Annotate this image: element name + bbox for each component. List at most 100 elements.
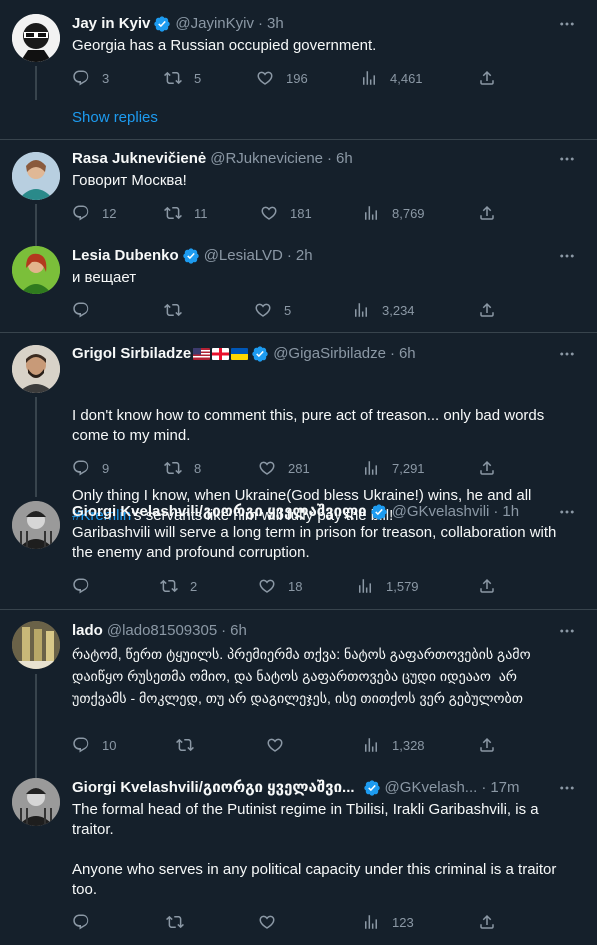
tweet-text: и вещает [72, 269, 137, 286]
retweet-button[interactable]: 8 [164, 458, 201, 478]
handle[interactable]: @GKvelashvili [392, 502, 490, 522]
display-name[interactable]: lado [72, 621, 103, 641]
share-icon [478, 69, 496, 87]
thread-line [35, 674, 37, 780]
like-count: 18 [288, 578, 303, 594]
handle[interactable]: @GKvelash... [385, 778, 478, 798]
views-button[interactable]: 123 [362, 912, 414, 932]
tweet-grigol[interactable]: Grigol Sirbiladze @GigaSirbiladze · 6h I… [0, 333, 597, 524]
timestamp[interactable]: 6h [230, 621, 247, 641]
share-button[interactable] [478, 912, 496, 932]
handle[interactable]: @lado81509305 [107, 621, 217, 641]
display-name[interactable]: Giorgi Kvelashvili/გიორგი ყველაშვი... [72, 778, 355, 798]
separator-dot: · [389, 345, 395, 362]
tweet-header: Grigol Sirbiladze @GigaSirbiladze · 6h [72, 344, 416, 364]
more-options-icon[interactable] [557, 246, 577, 266]
more-options-icon[interactable] [557, 14, 577, 34]
handle[interactable]: @RJukneviciene [210, 149, 323, 169]
retweet-button[interactable]: 11 [164, 203, 208, 223]
reply-icon [72, 204, 90, 222]
heart-icon [266, 736, 284, 754]
timestamp[interactable]: 6h [399, 344, 416, 364]
like-button[interactable]: 281 [258, 458, 310, 478]
more-options-icon[interactable] [557, 149, 577, 169]
retweet-button[interactable] [164, 300, 194, 320]
reply-button[interactable] [72, 300, 102, 320]
verified-badge-icon [182, 247, 200, 265]
share-button[interactable] [478, 576, 496, 596]
verified-badge-icon [251, 345, 269, 363]
tweet-text: Garibashvili will serve a long term in p… [72, 524, 561, 561]
timeline: Jay in Kyiv @JayinKyiv · 3h Georgia has … [0, 0, 597, 945]
avatar[interactable] [12, 152, 60, 200]
avatar[interactable] [12, 621, 60, 669]
avatar[interactable] [12, 501, 60, 549]
reply-button[interactable]: 10 [72, 735, 116, 755]
display-name[interactable]: Lesia Dubenko [72, 246, 179, 266]
more-options-icon[interactable] [557, 344, 577, 364]
display-name[interactable]: Rasa Juknevičienė [72, 149, 206, 169]
timestamp[interactable]: 1h [502, 502, 519, 522]
views-button[interactable]: 3,234 [352, 300, 415, 320]
display-name[interactable]: Jay in Kyiv [72, 14, 150, 34]
separator-dot: · [286, 247, 292, 264]
share-button[interactable] [478, 300, 496, 320]
share-button[interactable] [478, 458, 496, 478]
show-replies-link[interactable]: Show replies [72, 108, 158, 128]
like-button[interactable]: 18 [258, 576, 302, 596]
retweet-button[interactable]: 2 [160, 576, 197, 596]
views-button[interactable]: 8,769 [362, 203, 425, 223]
tweet-giorgi-1[interactable]: Giorgi Kvelashvili/გიორგი ყველაშვილი @GK… [0, 491, 597, 610]
display-name[interactable]: Giorgi Kvelashvili/გიორგი ყველაშვილი [72, 502, 367, 522]
share-button[interactable] [478, 68, 496, 88]
avatar[interactable] [12, 14, 60, 62]
share-button[interactable] [478, 203, 496, 223]
more-options-icon[interactable] [557, 778, 577, 798]
like-button[interactable]: 181 [260, 203, 312, 223]
handle[interactable]: @JayinKyiv [175, 14, 254, 34]
like-button[interactable] [258, 912, 288, 932]
handle[interactable]: @LesiaLVD [204, 246, 283, 266]
like-button[interactable] [266, 735, 296, 755]
timestamp[interactable]: 2h [296, 246, 313, 266]
avatar[interactable] [12, 778, 60, 826]
tweet-lesia[interactable]: Lesia Dubenko @LesiaLVD · 2h и вещает 5 … [0, 237, 597, 333]
retweet-button[interactable]: 5 [164, 68, 201, 88]
retweet-icon [166, 913, 184, 931]
share-icon [478, 459, 496, 477]
reply-icon [72, 577, 90, 595]
retweet-icon [164, 204, 182, 222]
avatar[interactable] [12, 246, 60, 294]
reply-button[interactable]: 3 [72, 68, 109, 88]
views-button[interactable]: 7,291 [362, 458, 425, 478]
handle[interactable]: @GigaSirbiladze [273, 344, 386, 364]
tweet-actions: 123 [72, 912, 512, 932]
reply-button[interactable] [72, 576, 102, 596]
timestamp[interactable]: 3h [267, 14, 284, 34]
tweet-rasa[interactable]: Rasa Juknevičienė @RJukneviciene · 6h Го… [0, 140, 597, 254]
share-button[interactable] [478, 735, 496, 755]
more-options-icon[interactable] [557, 621, 577, 641]
tweet-actions: 12 11 181 8,769 [72, 203, 512, 223]
display-name[interactable]: Grigol Sirbiladze [72, 344, 191, 364]
more-options-icon[interactable] [557, 502, 577, 522]
tweet-giorgi-2[interactable]: Giorgi Kvelashvili/გიორგი ყველაშვი... @G… [0, 770, 597, 945]
timestamp[interactable]: 17m [490, 778, 519, 798]
reply-button[interactable]: 9 [72, 458, 109, 478]
retweet-button[interactable] [176, 735, 206, 755]
avatar[interactable] [12, 345, 60, 393]
timestamp[interactable]: 6h [336, 149, 353, 169]
retweet-button[interactable] [166, 912, 196, 932]
reply-count: 12 [102, 205, 117, 221]
like-button[interactable]: 196 [256, 68, 308, 88]
reply-button[interactable]: 12 [72, 203, 116, 223]
ukraine-flag-icon [231, 348, 249, 360]
views-button[interactable]: 1,328 [362, 735, 425, 755]
views-button[interactable]: 1,579 [356, 576, 419, 596]
tweet-jay-in-kyiv[interactable]: Jay in Kyiv @JayinKyiv · 3h Georgia has … [0, 0, 597, 140]
retweet-icon [160, 577, 178, 595]
views-button[interactable]: 4,461 [360, 68, 423, 88]
tweet-lado[interactable]: lado @lado81509305 · 6h რატომ, წერთ ტყუი… [0, 610, 597, 780]
like-button[interactable]: 5 [254, 300, 291, 320]
reply-button[interactable] [72, 912, 102, 932]
